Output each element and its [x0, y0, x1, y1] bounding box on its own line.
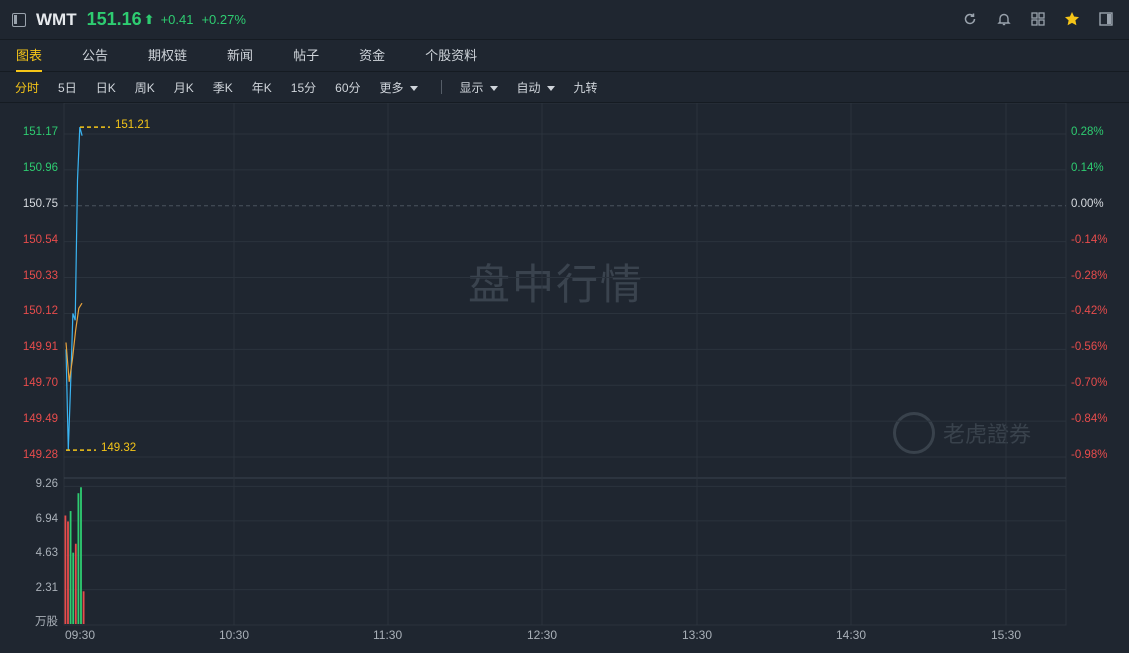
more-dropdown[interactable]: 更多	[380, 79, 418, 96]
price-axis-label: 149.49	[22, 413, 58, 426]
panel-icon[interactable]	[1097, 10, 1115, 28]
display-dropdown[interactable]: 显示	[460, 79, 498, 96]
period-daily[interactable]: 日K	[96, 79, 116, 96]
price-axis-label: 150.33	[22, 269, 58, 282]
percent-axis-label: -0.98%	[1071, 449, 1108, 461]
last-price: 151.16	[86, 9, 142, 29]
volume-unit-label: 万股	[35, 616, 58, 628]
grid-icon[interactable]	[1029, 10, 1047, 28]
tab-capital-flow[interactable]: 资金	[359, 40, 385, 72]
time-axis-label: 15:30	[991, 628, 1022, 642]
tab-announcements[interactable]: 公告	[82, 40, 108, 72]
price-axis-label: 150.96	[22, 161, 58, 174]
bell-icon[interactable]	[995, 10, 1013, 28]
period-15min[interactable]: 15分	[291, 79, 316, 96]
period-5day[interactable]: 5日	[58, 79, 77, 96]
price-change: +0.41	[160, 12, 194, 27]
tab-news[interactable]: 新闻	[227, 40, 253, 72]
time-axis-label: 10:30	[219, 628, 250, 642]
period-monthly[interactable]: 月K	[174, 79, 194, 96]
sidebar-toggle-icon[interactable]	[12, 12, 26, 27]
volume-axis-label: 9.26	[35, 478, 58, 491]
price-axis-label: 150.75	[22, 197, 58, 210]
display-label: 显示	[459, 80, 484, 95]
price-axis-label: 151.17	[22, 126, 58, 138]
time-axis-label: 09:30	[65, 628, 96, 642]
refresh-icon[interactable]	[961, 10, 979, 28]
price-change-percent: +0.27%	[201, 12, 246, 27]
price-axis-label: 149.28	[22, 449, 58, 461]
percent-axis-label: 0.14%	[1071, 161, 1104, 174]
chevron-down-icon	[409, 85, 418, 91]
intraday-chart: 盘中行情 老虎證券 151.17 150.96 150.75 150.54 150.33…	[0, 103, 1129, 653]
header-actions	[961, 10, 1115, 28]
tab-profile[interactable]: 个股资料	[425, 40, 477, 72]
chart-toolbar: 分时 5日 日K 周K 月K 季K 年K 15分 60分 更多 显示 自动 九转	[0, 72, 1129, 103]
period-yearly[interactable]: 年K	[252, 79, 272, 96]
auto-label: 自动	[516, 80, 541, 95]
time-axis-label: 13:30	[682, 628, 713, 642]
volume-bar	[64, 515, 67, 624]
percent-axis-label: -0.42%	[1071, 305, 1108, 318]
auto-dropdown[interactable]: 自动	[517, 79, 555, 96]
volume-axis-label: 6.94	[35, 512, 58, 525]
nine-turn-toggle[interactable]: 九转	[574, 79, 598, 96]
volume-bar	[72, 552, 75, 624]
volume-axis-label: 2.31	[35, 581, 58, 594]
high-price-label: 151.21	[115, 119, 151, 132]
volume-bar	[80, 487, 82, 624]
volume-bar	[67, 521, 69, 624]
tab-chart[interactable]: 图表	[16, 40, 43, 72]
tab-posts[interactable]: 帖子	[293, 40, 319, 72]
period-weekly[interactable]: 周K	[135, 79, 155, 96]
plot-frame	[63, 103, 1067, 626]
chevron-down-icon	[489, 85, 498, 91]
price-axis-label: 149.91	[22, 341, 58, 354]
period-intraday[interactable]: 分时	[15, 79, 39, 96]
volume-bar	[82, 591, 85, 624]
percent-axis-label: 0.28%	[1071, 126, 1104, 138]
volume-bar	[69, 511, 72, 624]
star-icon[interactable]	[1063, 10, 1081, 28]
percent-axis-label: -0.28%	[1071, 269, 1108, 282]
price-axis-label: 149.70	[22, 377, 58, 390]
percent-axis-label: -0.70%	[1071, 377, 1108, 390]
percent-axis-label: -0.84%	[1071, 413, 1108, 426]
price-line	[65, 127, 83, 451]
volume-axis-label: 4.63	[35, 547, 58, 560]
period-60min[interactable]: 60分	[335, 79, 360, 96]
more-label: 更多	[379, 80, 404, 95]
chart-canvas[interactable]	[0, 103, 1129, 653]
low-price-label: 149.32	[101, 442, 137, 455]
up-arrow-icon: ⬆	[143, 11, 155, 27]
chevron-down-icon	[546, 85, 555, 91]
toolbar-divider	[440, 80, 442, 94]
time-axis-label: 11:30	[373, 628, 403, 642]
percent-axis-label: -0.14%	[1071, 233, 1108, 246]
ticker-symbol: WMT	[36, 9, 77, 29]
time-axis-label: 14:30	[836, 628, 867, 642]
volume-bar	[77, 493, 80, 624]
volume-bar	[74, 543, 77, 624]
period-quarterly[interactable]: 季K	[213, 79, 233, 96]
percent-axis-label: 0.00%	[1071, 197, 1104, 210]
quote-header: WMT 151.16 ⬆ +0.41 +0.27%	[0, 0, 1129, 40]
tab-options-chain[interactable]: 期权链	[148, 40, 187, 72]
price-axis-label: 150.12	[22, 305, 58, 318]
price-axis-label: 150.54	[22, 233, 58, 246]
percent-axis-label: -0.56%	[1071, 341, 1108, 354]
main-tabs: 图表 公告 期权链 新闻 帖子 资金 个股资料	[0, 40, 1129, 72]
time-axis-label: 12:30	[527, 628, 558, 642]
